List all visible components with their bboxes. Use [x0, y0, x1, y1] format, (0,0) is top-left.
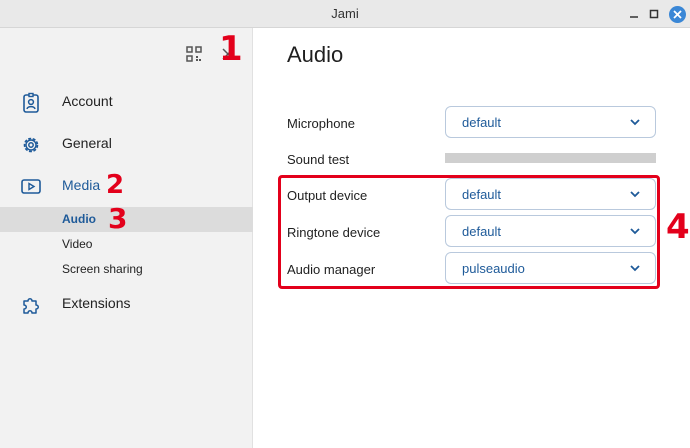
sidebar-subitem-label: Screen sharing	[62, 262, 143, 276]
window-title: Jami	[331, 6, 359, 21]
close-window-button[interactable]	[667, 4, 687, 24]
sidebar-subitem-label: Video	[62, 237, 93, 251]
minimize-button[interactable]	[624, 4, 644, 24]
microphone-select[interactable]: default	[445, 106, 656, 138]
sidebar-item-label: General	[62, 135, 112, 151]
annotation-number-1: 1	[219, 29, 243, 69]
title-bar: Jami	[0, 0, 690, 28]
microphone-label: Microphone	[287, 116, 355, 131]
sidebar-item-general[interactable]: General	[0, 127, 253, 161]
microphone-value: default	[462, 115, 502, 130]
sidebar-item-media[interactable]: Media	[0, 169, 253, 203]
maximize-button[interactable]	[644, 4, 664, 24]
sidebar-subitem-screen-sharing[interactable]: Screen sharing	[0, 257, 253, 282]
annotation-highlight-box	[278, 175, 660, 289]
chevron-down-icon	[630, 119, 640, 126]
page-title: Audio	[287, 42, 344, 67]
sound-test-level-bar	[445, 153, 656, 163]
qr-code-button[interactable]	[184, 44, 204, 64]
account-badge-icon	[23, 92, 39, 113]
puzzle-icon	[23, 298, 39, 314]
sidebar-subitem-video[interactable]: Video	[0, 232, 253, 257]
sidebar-item-label: Extensions	[62, 295, 131, 311]
sidebar-item-label: Media	[62, 177, 101, 193]
maximize-icon	[649, 9, 659, 19]
settings-sidebar: Account General Media Audio Video Screen…	[0, 28, 253, 448]
sidebar-item-extensions[interactable]: Extensions	[0, 287, 253, 321]
annotation-number-2: 2	[106, 170, 125, 200]
gear-icon	[23, 137, 39, 153]
sidebar-subitem-label: Audio	[62, 212, 96, 226]
close-icon	[668, 5, 686, 23]
annotation-number-4: 4	[666, 207, 690, 247]
video-icon	[21, 179, 41, 194]
sidebar-item-label: Account	[62, 93, 113, 109]
sidebar-item-account[interactable]: Account	[0, 85, 253, 119]
sound-test-label: Sound test	[287, 152, 350, 167]
annotation-number-3: 3	[108, 202, 128, 235]
qr-code-icon	[186, 46, 202, 62]
minimize-icon	[630, 16, 638, 18]
